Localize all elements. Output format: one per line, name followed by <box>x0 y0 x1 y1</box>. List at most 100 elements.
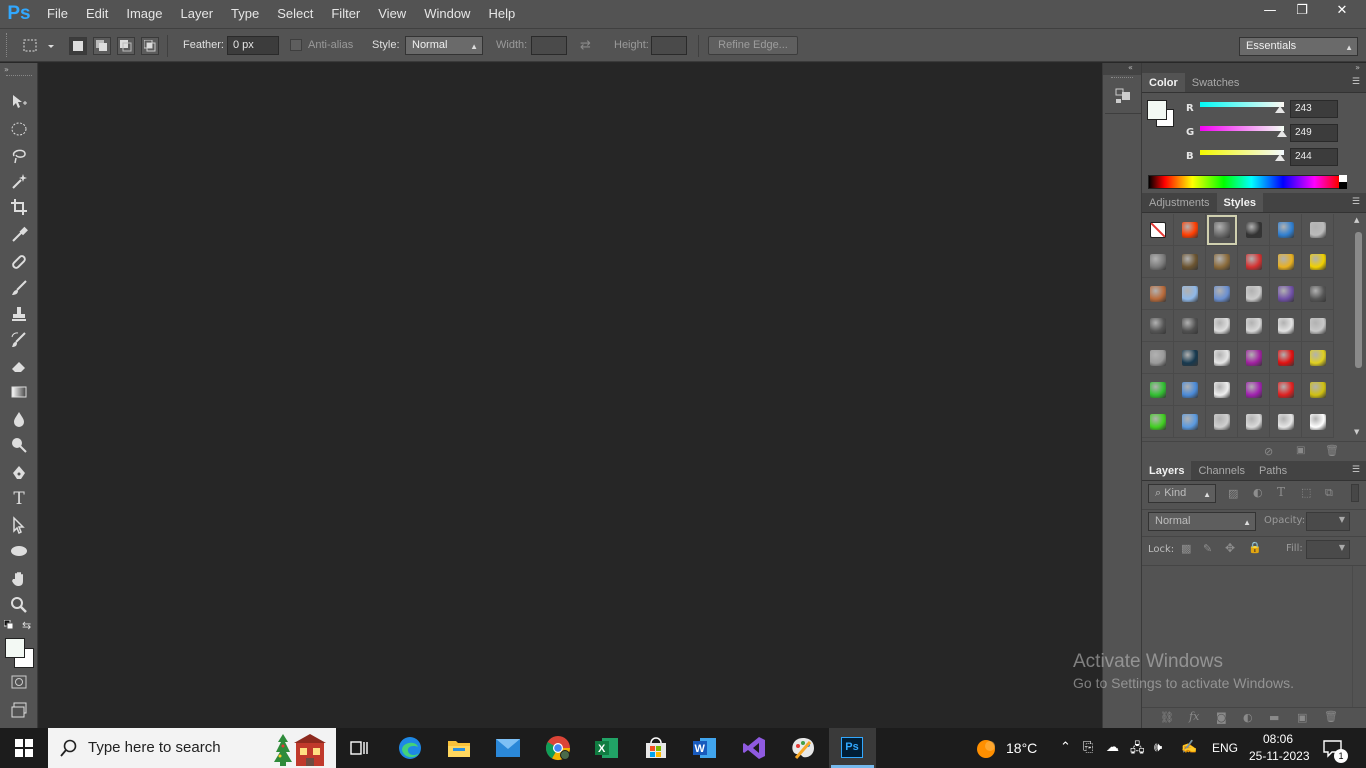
style-preset[interactable] <box>1142 246 1174 278</box>
filter-shape-icon[interactable]: ⬚ <box>1301 486 1311 499</box>
styles-scroll-thumb[interactable] <box>1355 232 1362 368</box>
red-channel-slider[interactable]: R 243 <box>1182 100 1366 122</box>
menu-image[interactable]: Image <box>117 0 171 28</box>
style-preset[interactable] <box>1206 342 1238 374</box>
style-preset[interactable] <box>1206 310 1238 342</box>
style-preset[interactable] <box>1174 246 1206 278</box>
panel-menu-icon[interactable]: ☰ <box>1352 465 1360 475</box>
menu-window[interactable]: Window <box>415 0 479 28</box>
add-to-selection-button[interactable] <box>93 37 111 55</box>
taskbar-word[interactable]: W <box>691 734 719 762</box>
swap-colors-icon[interactable]: ⇆ <box>22 619 31 632</box>
blue-channel-slider[interactable]: B 244 <box>1182 148 1366 170</box>
style-preset[interactable] <box>1142 406 1174 438</box>
magic-wand-icon[interactable] <box>8 170 30 192</box>
height-input[interactable] <box>651 36 687 55</box>
expand-dock-icon[interactable]: « <box>1128 63 1133 72</box>
tab-layers[interactable]: Layers <box>1142 461 1192 480</box>
black-sample[interactable] <box>1339 182 1347 189</box>
clock-date[interactable]: 25-11-2023 <box>1249 749 1310 763</box>
style-select[interactable]: Normal ▲ <box>405 36 483 55</box>
meet-now-icon[interactable]: ⎘ <box>1083 739 1093 755</box>
canvas-area[interactable] <box>39 63 1102 728</box>
blue-channel-value[interactable]: 244 <box>1290 148 1338 166</box>
style-preset[interactable] <box>1270 310 1302 342</box>
menu-select[interactable]: Select <box>268 0 322 28</box>
show-hidden-icons-chevron-icon[interactable]: ⌃ <box>1060 739 1071 755</box>
style-preset[interactable] <box>1270 406 1302 438</box>
menu-edit[interactable]: Edit <box>77 0 117 28</box>
history-brush-icon[interactable] <box>8 329 30 351</box>
lock-transparency-icon[interactable]: ▩ <box>1181 542 1191 555</box>
subtract-from-selection-button[interactable] <box>117 37 135 55</box>
hand-icon[interactable] <box>8 568 30 590</box>
blue-channel-track[interactable] <box>1200 150 1284 155</box>
quick-mask-icon[interactable] <box>8 671 30 693</box>
style-preset[interactable] <box>1238 310 1270 342</box>
style-preset[interactable] <box>1174 342 1206 374</box>
red-channel-thumb[interactable] <box>1275 106 1286 113</box>
style-preset[interactable] <box>1238 374 1270 406</box>
taskbar-microsoft-store[interactable] <box>642 734 670 762</box>
red-channel-value[interactable]: 243 <box>1290 100 1338 118</box>
screen-mode-icon[interactable] <box>8 699 30 721</box>
clock-time[interactable]: 08:06 <box>1263 732 1293 746</box>
tab-swatches[interactable]: Swatches <box>1185 73 1247 92</box>
style-preset[interactable] <box>1302 406 1334 438</box>
taskbar-edge[interactable] <box>396 734 424 762</box>
style-preset[interactable] <box>1302 246 1334 278</box>
collapse-toolbox-icon[interactable]: » <box>4 65 9 74</box>
new-style-icon[interactable]: ▣ <box>1296 445 1305 456</box>
weather-icon[interactable] <box>976 738 998 763</box>
style-preset[interactable] <box>1142 278 1174 310</box>
intersect-selection-button[interactable] <box>141 37 159 55</box>
collapse-dock-icon[interactable]: » <box>1355 63 1360 72</box>
history-panel-icon[interactable] <box>1114 87 1132 108</box>
gradient-icon[interactable] <box>8 381 30 403</box>
taskbar-paint[interactable] <box>789 734 817 762</box>
style-preset[interactable] <box>1238 246 1270 278</box>
style-preset[interactable] <box>1142 214 1174 246</box>
color-spectrum-bar[interactable] <box>1148 175 1347 189</box>
taskbar-chrome[interactable] <box>544 734 572 762</box>
taskbar-photoshop-active[interactable]: Ps <box>829 728 876 768</box>
style-preset[interactable] <box>1174 278 1206 310</box>
crop-icon[interactable] <box>8 196 30 218</box>
menu-view[interactable]: View <box>369 0 415 28</box>
style-preset[interactable] <box>1238 278 1270 310</box>
style-preset[interactable] <box>1206 246 1238 278</box>
dodge-icon[interactable] <box>8 434 30 456</box>
ellipse-shape-icon[interactable] <box>8 540 30 562</box>
style-preset[interactable] <box>1270 246 1302 278</box>
style-preset[interactable] <box>1302 278 1334 310</box>
anti-alias-checkbox[interactable] <box>290 39 302 51</box>
style-preset[interactable] <box>1206 214 1238 246</box>
swap-width-height-icon[interactable]: ⇄ <box>580 38 591 53</box>
style-preset[interactable] <box>1302 310 1334 342</box>
green-channel-slider[interactable]: G 249 <box>1182 124 1366 146</box>
brush-icon[interactable] <box>8 277 30 299</box>
workspace-select[interactable]: Essentials ▲ <box>1239 37 1358 56</box>
width-input[interactable] <box>531 36 567 55</box>
style-preset[interactable] <box>1142 310 1174 342</box>
taskbar-file-explorer[interactable] <box>445 734 473 762</box>
new-layer-icon[interactable]: ▣ <box>1297 711 1307 724</box>
blue-channel-thumb[interactable] <box>1275 154 1286 161</box>
move-icon[interactable] <box>8 91 30 113</box>
tab-color[interactable]: Color <box>1142 73 1185 92</box>
delete-layer-icon[interactable]: 🗑 <box>1324 710 1338 723</box>
menu-layer[interactable]: Layer <box>172 0 223 28</box>
red-channel-track[interactable] <box>1200 102 1284 107</box>
adjustment-layer-icon[interactable]: ◐ <box>1243 711 1253 724</box>
eyedropper-icon[interactable] <box>8 223 30 245</box>
style-preset[interactable] <box>1270 342 1302 374</box>
white-sample[interactable] <box>1339 175 1347 182</box>
style-preset[interactable] <box>1238 406 1270 438</box>
tab-adjustments[interactable]: Adjustments <box>1142 193 1217 212</box>
style-preset[interactable] <box>1174 406 1206 438</box>
green-channel-value[interactable]: 249 <box>1290 124 1338 142</box>
new-group-icon[interactable]: ▬ <box>1269 711 1279 724</box>
network-icon[interactable]: 🖧 <box>1130 739 1145 761</box>
delete-style-icon[interactable]: 🗑 <box>1325 444 1339 457</box>
healing-brush-icon[interactable] <box>8 251 30 273</box>
